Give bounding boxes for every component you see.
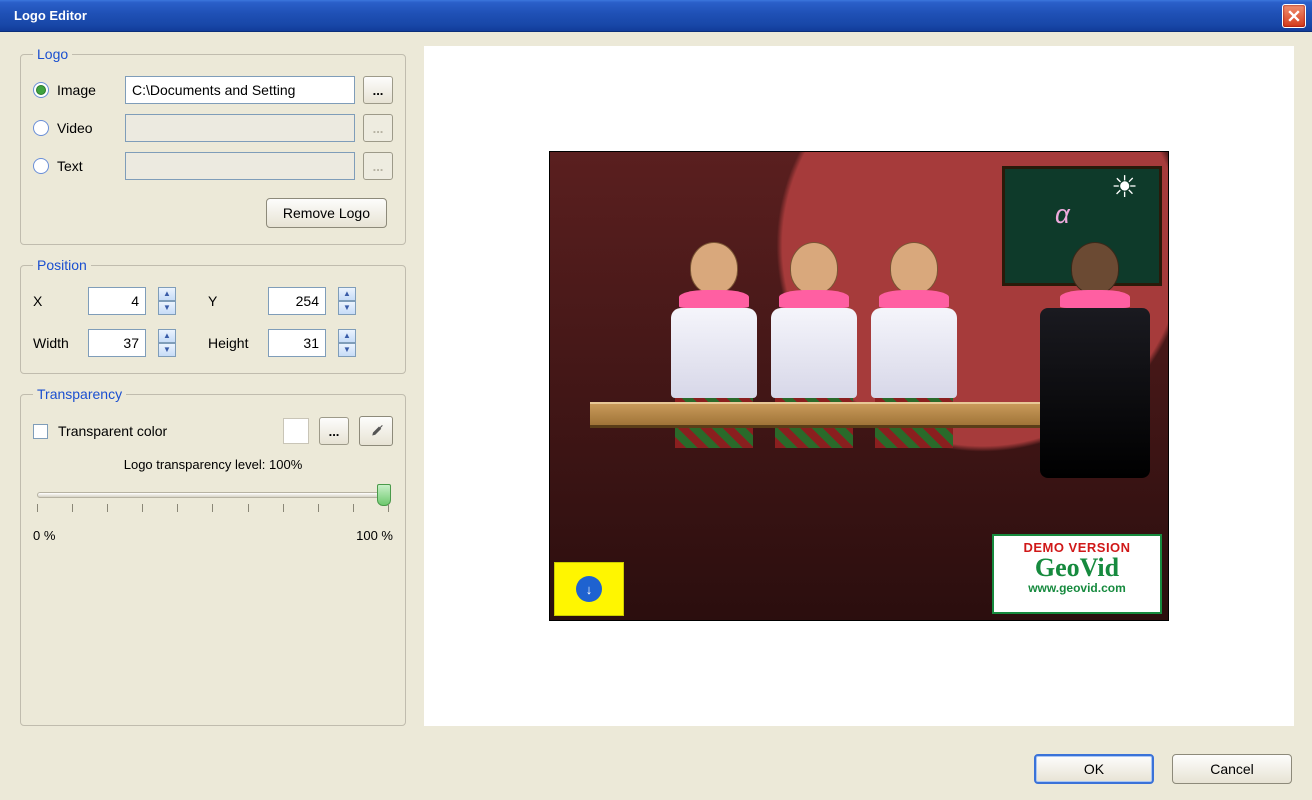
logo-editor-window: Logo Editor Logo Image ...	[0, 0, 1312, 800]
transparent-color-browse-button[interactable]: ...	[319, 417, 349, 445]
y-label: Y	[208, 293, 268, 309]
transparent-color-swatch	[283, 418, 309, 444]
dialog-content: Logo Image ... Video ...	[0, 32, 1312, 800]
position-legend: Position	[33, 257, 91, 273]
transparency-legend: Transparency	[33, 386, 126, 402]
transparent-color-label: Transparent color	[58, 423, 167, 439]
video-path-input[interactable]	[125, 114, 355, 142]
video-browse-button[interactable]: ...	[363, 114, 393, 142]
preview-video-frame: α ☀ ↓ DEMO VERSION GeoVid	[549, 151, 1169, 621]
text-radio-label: Text	[57, 158, 117, 174]
width-input[interactable]	[88, 329, 146, 357]
text-value-input[interactable]	[125, 152, 355, 180]
transparency-level-label: Logo transparency level: 100%	[33, 456, 393, 472]
image-radio-label: Image	[57, 82, 117, 98]
logo-legend: Logo	[33, 46, 72, 62]
y-input[interactable]	[268, 287, 326, 315]
image-path-input[interactable]	[125, 76, 355, 104]
logo-overlay: ↓	[554, 562, 624, 616]
x-input[interactable]	[88, 287, 146, 315]
eyedropper-button[interactable]	[359, 416, 393, 446]
slider-min-label: 0 %	[33, 528, 55, 543]
video-radio-label: Video	[57, 120, 117, 136]
cancel-button[interactable]: Cancel	[1172, 754, 1292, 784]
window-title: Logo Editor	[6, 8, 1282, 23]
ok-button[interactable]: OK	[1034, 754, 1154, 784]
x-label: X	[33, 293, 93, 309]
titlebar: Logo Editor	[0, 0, 1312, 32]
width-label: Width	[33, 335, 93, 351]
height-spinner[interactable]: ▲▼	[338, 329, 356, 357]
remove-logo-button[interactable]: Remove Logo	[266, 198, 387, 228]
width-spinner[interactable]: ▲▼	[158, 329, 176, 357]
position-group: Position X ▲▼ Y ▲▼ Width ▲▼ Height	[20, 257, 406, 374]
height-label: Height	[208, 335, 268, 351]
slider-thumb[interactable]	[377, 484, 391, 506]
transparent-color-checkbox[interactable]	[33, 424, 48, 439]
x-spinner[interactable]: ▲▼	[158, 287, 176, 315]
slider-max-label: 100 %	[356, 528, 393, 543]
logo-group: Logo Image ... Video ...	[20, 46, 406, 245]
dialog-footer: OK Cancel	[1034, 754, 1292, 784]
download-icon: ↓	[576, 576, 602, 602]
close-button[interactable]	[1282, 4, 1306, 28]
image-radio[interactable]	[33, 82, 49, 98]
transparency-group: Transparency Transparent color ... Logo …	[20, 386, 406, 726]
left-panel: Logo Image ... Video ...	[18, 46, 408, 726]
y-spinner[interactable]: ▲▼	[338, 287, 356, 315]
sun-icon: ☀	[1111, 170, 1138, 205]
transparency-slider[interactable]	[33, 482, 393, 522]
text-radio[interactable]	[33, 158, 49, 174]
height-input[interactable]	[268, 329, 326, 357]
preview-pane: α ☀ ↓ DEMO VERSION GeoVid	[424, 46, 1294, 726]
image-browse-button[interactable]: ...	[363, 76, 393, 104]
text-browse-button[interactable]: ...	[363, 152, 393, 180]
video-radio[interactable]	[33, 120, 49, 136]
demo-watermark: DEMO VERSION GeoVid www.geovid.com	[992, 534, 1162, 614]
